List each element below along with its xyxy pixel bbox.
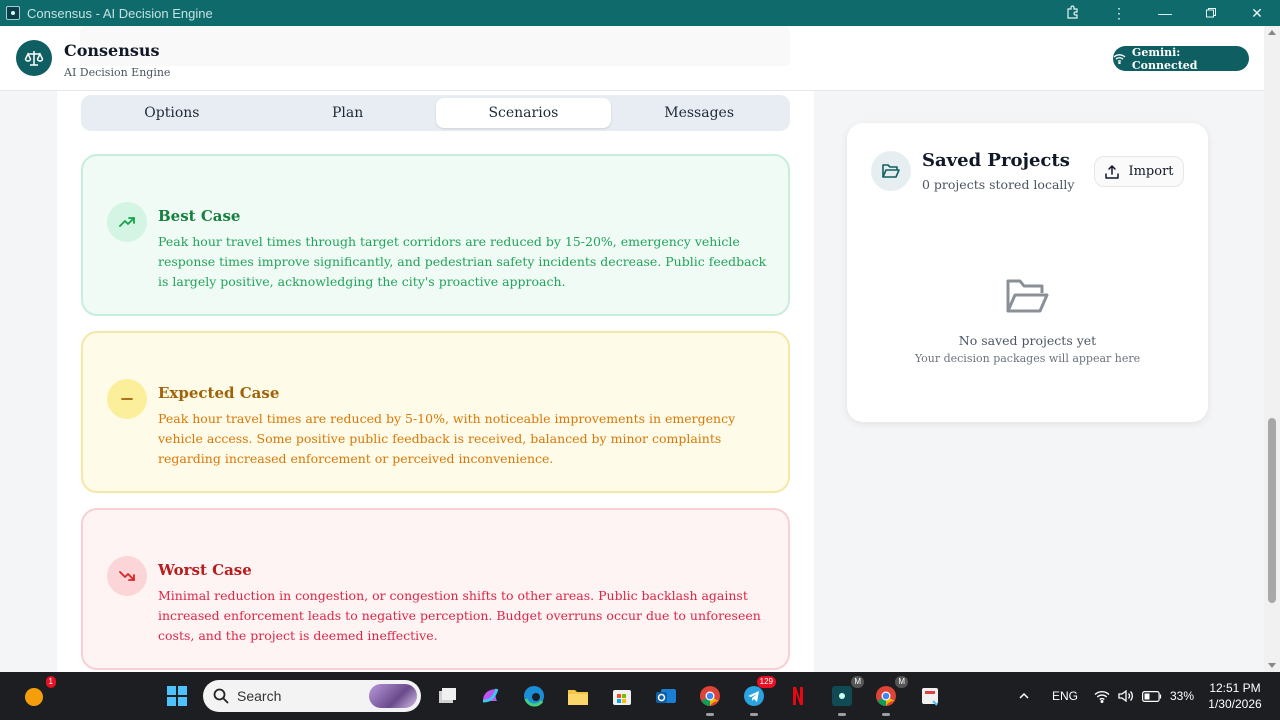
app-header: Consensus AI Decision Engine Gemini: Con… bbox=[0, 26, 1264, 91]
tab-plan[interactable]: Plan bbox=[260, 98, 436, 128]
best-case-card: Best Case Peak hour travel times through… bbox=[81, 154, 790, 316]
saved-projects-count: 0 projects stored locally bbox=[922, 177, 1075, 192]
minimize-button[interactable]: — bbox=[1142, 0, 1188, 26]
consensus-app-icon[interactable]: M bbox=[828, 676, 864, 716]
netflix-icon[interactable] bbox=[784, 682, 812, 710]
connection-status-label: Gemini: Connected bbox=[1131, 45, 1198, 72]
clock-time: 12:51 PM bbox=[1209, 681, 1261, 695]
expected-case-title: Expected Case bbox=[158, 384, 280, 402]
scrollbar-thumb[interactable] bbox=[1268, 418, 1276, 603]
best-case-text: Peak hour travel times through target co… bbox=[158, 234, 767, 289]
trending-down-icon bbox=[107, 556, 147, 596]
chrome-profile-icon[interactable]: M bbox=[872, 676, 908, 716]
brand-name: Consensus bbox=[64, 41, 160, 60]
saved-projects-title: Saved Projects bbox=[922, 150, 1070, 171]
scale-icon bbox=[16, 40, 52, 76]
telegram-badge: 129 bbox=[756, 676, 776, 688]
system-clock[interactable]: 12:51 PM 1/30/2026 bbox=[1195, 680, 1275, 712]
wifi-icon bbox=[1113, 54, 1126, 64]
tab-scenarios[interactable]: Scenarios bbox=[435, 98, 612, 128]
chrome-active-indicator bbox=[706, 713, 714, 716]
system-tray-quick-settings[interactable]: 33% bbox=[1094, 672, 1194, 720]
tab-messages[interactable]: Messages bbox=[611, 98, 787, 128]
expected-case-card: Expected Case Peak hour travel times are… bbox=[81, 331, 790, 493]
faded-scroll-content bbox=[80, 26, 790, 66]
app-icon bbox=[6, 6, 20, 20]
consensus-active-indicator bbox=[838, 713, 846, 716]
taskbar-search[interactable]: Search bbox=[203, 680, 421, 712]
more-options-button[interactable]: ⋮ bbox=[1096, 0, 1142, 26]
window-title: Consensus - AI Decision Engine bbox=[27, 5, 213, 21]
worst-case-card: Worst Case Minimal reduction in congesti… bbox=[81, 508, 790, 670]
search-placeholder: Search bbox=[237, 688, 282, 704]
edge-browser-icon[interactable] bbox=[520, 682, 548, 710]
show-hidden-icons-chevron-up-icon[interactable] bbox=[1018, 672, 1030, 720]
telegram-icon[interactable]: 129 bbox=[740, 676, 776, 716]
weather-badge: 1 bbox=[45, 676, 56, 688]
telegram-active-indicator bbox=[750, 713, 758, 716]
battery-icon bbox=[1142, 690, 1162, 702]
tab-bar: Options Plan Scenarios Messages bbox=[81, 95, 790, 131]
file-explorer-icon[interactable] bbox=[564, 682, 592, 710]
chrome-browser-icon[interactable] bbox=[696, 682, 724, 716]
tab-options[interactable]: Options bbox=[84, 98, 260, 128]
snipping-tool-icon[interactable] bbox=[916, 682, 944, 710]
window-titlebar: Consensus - AI Decision Engine ⋮ — ✕ bbox=[0, 0, 1280, 26]
trending-up-icon bbox=[107, 202, 147, 242]
weather-widget-icon[interactable]: 1 bbox=[20, 676, 56, 710]
page-scrollbar[interactable] bbox=[1264, 26, 1280, 672]
import-label: Import bbox=[1128, 164, 1174, 179]
copilot-icon[interactable] bbox=[476, 682, 504, 710]
empty-folder-icon bbox=[1004, 275, 1050, 317]
connection-status-badge: Gemini: Connected bbox=[1113, 45, 1249, 72]
upload-icon bbox=[1105, 164, 1120, 179]
taskbar: 1 Search 129 M M ENG 33% 12:51 PM 1/30/2… bbox=[0, 672, 1280, 720]
chrome-profile-badge: M bbox=[895, 676, 908, 688]
import-button[interactable]: Import bbox=[1094, 156, 1184, 187]
extensions-icon[interactable] bbox=[1050, 5, 1096, 21]
language-indicator[interactable]: ENG bbox=[1052, 672, 1078, 720]
restore-button[interactable] bbox=[1188, 0, 1234, 26]
best-case-title: Best Case bbox=[158, 207, 241, 225]
empty-state-subtitle: Your decision packages will appear here bbox=[914, 352, 1141, 365]
microsoft-store-icon[interactable] bbox=[608, 682, 636, 710]
worst-case-title: Worst Case bbox=[158, 561, 252, 579]
consensus-profile-badge: M bbox=[851, 676, 864, 688]
chrome-profile-active-indicator bbox=[882, 713, 890, 716]
task-view-icon[interactable] bbox=[433, 682, 461, 710]
minus-icon bbox=[107, 379, 147, 419]
brand-subtitle: AI Decision Engine bbox=[64, 66, 171, 79]
scroll-down-arrow-icon[interactable] bbox=[1268, 663, 1276, 668]
folder-open-icon bbox=[871, 151, 911, 191]
main-panel: Options Plan Scenarios Messages Best Cas… bbox=[57, 91, 814, 672]
start-windows-icon[interactable] bbox=[163, 682, 191, 710]
close-button[interactable]: ✕ bbox=[1234, 0, 1280, 26]
empty-state-title: No saved projects yet bbox=[958, 333, 1097, 348]
search-highlight-image bbox=[369, 684, 417, 708]
wifi-icon bbox=[1094, 690, 1110, 703]
outlook-icon[interactable] bbox=[652, 682, 680, 710]
worst-case-text: Minimal reduction in congestion, or cong… bbox=[158, 588, 761, 643]
expected-case-text: Peak hour travel times are reduced by 5-… bbox=[158, 411, 736, 466]
battery-percent: 33% bbox=[1170, 689, 1195, 703]
volume-icon bbox=[1118, 689, 1133, 703]
saved-projects-card: Saved Projects 0 projects stored locally… bbox=[847, 123, 1208, 422]
scroll-up-arrow-icon[interactable] bbox=[1268, 30, 1276, 35]
search-icon bbox=[213, 688, 229, 704]
clock-date: 1/30/2026 bbox=[1208, 697, 1262, 711]
